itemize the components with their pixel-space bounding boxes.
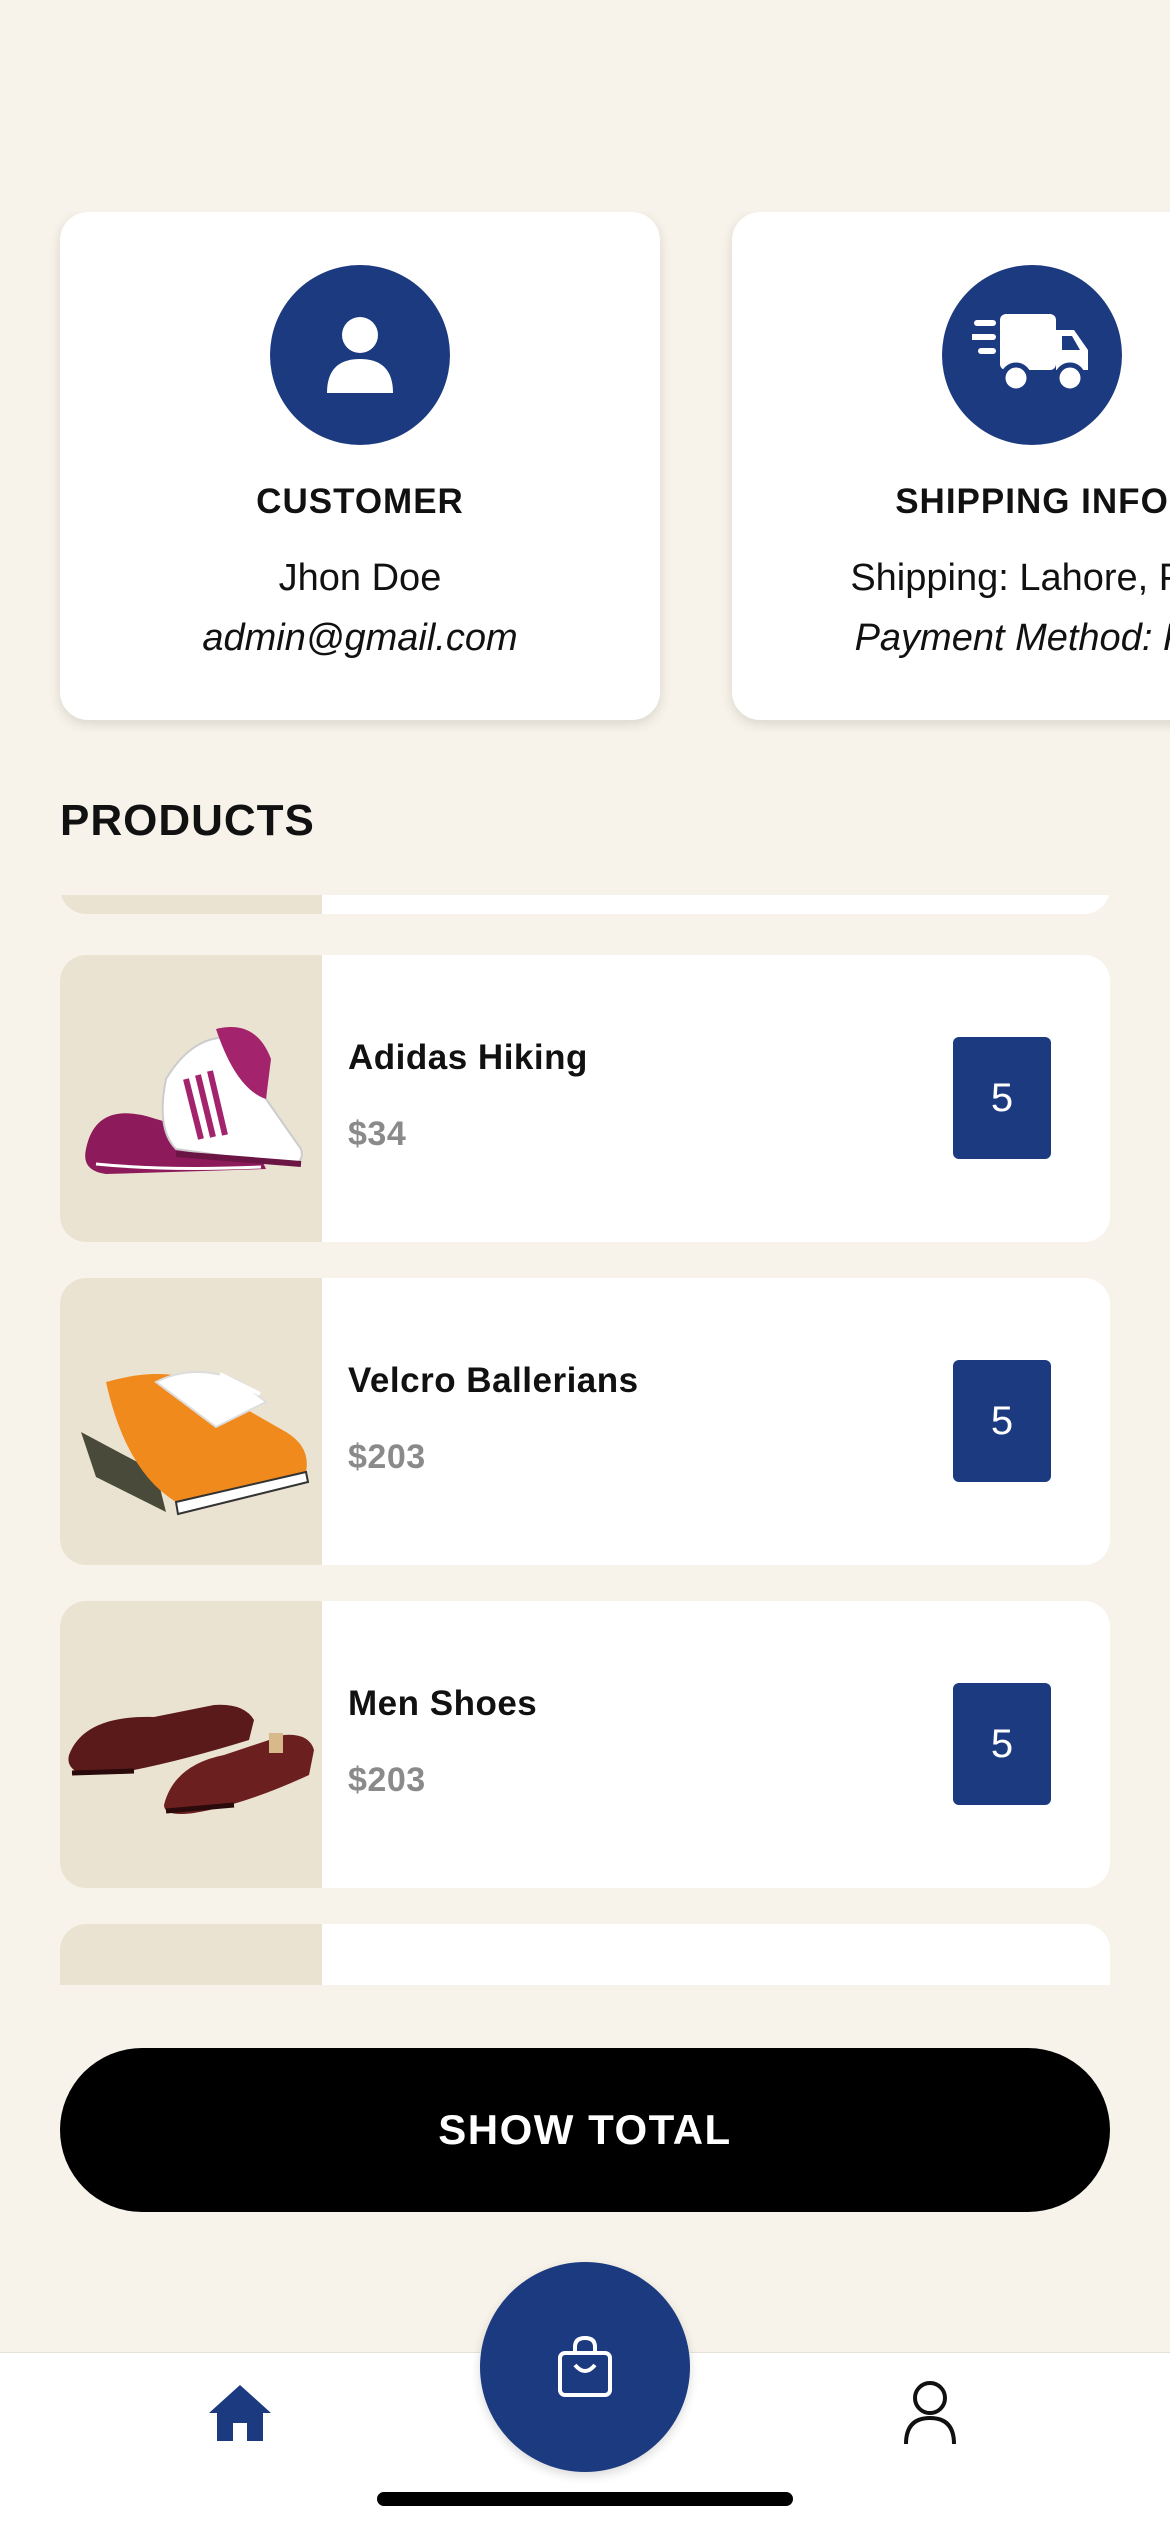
product-price: $203 bbox=[348, 1761, 426, 1799]
product-list[interactable]: Adidas Hiking $34 5 Velcro Ballerians $2… bbox=[60, 895, 1110, 1985]
dress-shoes-image bbox=[67, 1704, 314, 1814]
cart-fab-button[interactable] bbox=[480, 2262, 690, 2472]
product-card-partial-bottom[interactable] bbox=[60, 1924, 1110, 1985]
person-icon bbox=[904, 2381, 956, 2445]
shipping-address: Shipping: Lahore, Pal bbox=[850, 557, 1170, 599]
home-indicator bbox=[377, 2492, 793, 2506]
sneaker-image bbox=[81, 1370, 310, 1515]
customer-email: admin@gmail.com bbox=[202, 617, 518, 659]
quantity-badge[interactable]: 5 bbox=[953, 1360, 1051, 1482]
product-price: $203 bbox=[348, 1438, 426, 1476]
products-heading: PRODUCTS bbox=[60, 796, 315, 845]
tab-profile[interactable] bbox=[890, 2373, 970, 2453]
product-thumbnail bbox=[60, 1278, 322, 1565]
quantity-badge[interactable]: 5 bbox=[953, 1037, 1051, 1159]
payment-method: Payment Method: Pa bbox=[854, 617, 1170, 659]
product-name: Adidas Hiking bbox=[348, 1038, 588, 1077]
customer-icon-circle bbox=[270, 265, 450, 445]
shipping-title: SHIPPING INFO bbox=[895, 482, 1169, 521]
product-name: Men Shoes bbox=[348, 1684, 538, 1723]
product-thumbnail bbox=[60, 895, 322, 914]
info-cards-carousel[interactable]: CUSTOMER Jhon Doe admin@gmail.com SHIPPI… bbox=[0, 212, 1170, 732]
tab-home[interactable] bbox=[200, 2373, 280, 2453]
product-card-partial-top[interactable] bbox=[60, 895, 1110, 914]
quantity-badge[interactable]: 5 bbox=[953, 1683, 1051, 1805]
shopping-bag-icon bbox=[558, 2335, 612, 2397]
user-icon bbox=[327, 317, 393, 393]
product-name: Velcro Ballerians bbox=[348, 1361, 639, 1400]
product-card[interactable]: Men Shoes $203 5 bbox=[60, 1601, 1110, 1888]
truck-icon bbox=[972, 314, 1088, 394]
customer-card: CUSTOMER Jhon Doe admin@gmail.com bbox=[60, 212, 660, 720]
shipping-icon-circle bbox=[942, 265, 1122, 445]
product-thumbnail bbox=[60, 1924, 322, 1985]
shipping-card: SHIPPING INFO Shipping: Lahore, Pal Paym… bbox=[732, 212, 1170, 720]
product-thumbnail bbox=[60, 1601, 322, 1888]
home-icon bbox=[209, 2385, 271, 2441]
product-price: $34 bbox=[348, 1115, 407, 1153]
product-thumbnail bbox=[60, 955, 322, 1242]
sneaker-image bbox=[85, 1026, 303, 1174]
product-card[interactable]: Velcro Ballerians $203 5 bbox=[60, 1278, 1110, 1565]
product-card[interactable]: Adidas Hiking $34 5 bbox=[60, 955, 1110, 1242]
customer-title: CUSTOMER bbox=[256, 482, 464, 521]
show-total-button[interactable]: SHOW TOTAL bbox=[60, 2048, 1110, 2212]
customer-name: Jhon Doe bbox=[278, 557, 442, 599]
